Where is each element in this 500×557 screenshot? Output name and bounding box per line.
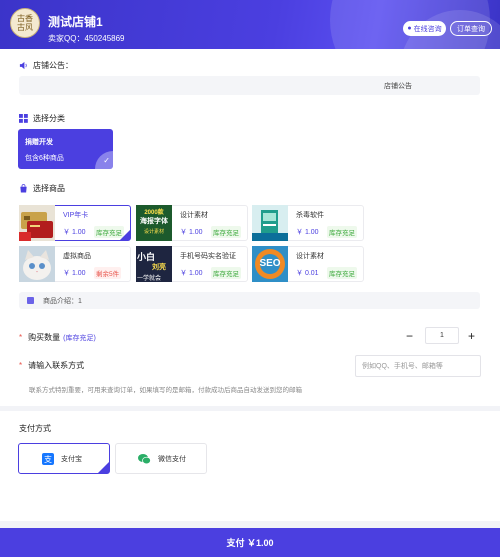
- chat-icon: ●: [407, 25, 412, 32]
- thumb-text: 2000款: [144, 210, 164, 216]
- goods-card-vip[interactable]: VIP年卡 ￥ 1.00 库存充足: [19, 205, 131, 241]
- goods-name: 设计素材: [296, 253, 324, 260]
- notice-box: 店铺公告: [19, 76, 480, 95]
- required-mark: *: [19, 333, 23, 342]
- stock-badge: 库存充足: [327, 267, 357, 279]
- thumb-text: SEO: [259, 258, 281, 269]
- wechat-icon: [138, 452, 151, 465]
- thumb-text: 一学就会: [137, 276, 162, 282]
- consult-button[interactable]: ● 在线咨询: [403, 21, 446, 36]
- goods-intro: 商品介绍：1: [19, 292, 480, 309]
- stock-badge: 库存充足: [211, 267, 241, 279]
- goods-price: ￥ 1.00: [180, 270, 203, 277]
- goods-card-seo[interactable]: SEO 设计素材 ￥ 0.01 库存充足: [252, 246, 364, 282]
- category-count: 包含6种商品: [25, 155, 64, 162]
- category-title-label: 选择分类: [33, 114, 65, 123]
- seller-qq: 卖家QQ：450245869: [48, 34, 125, 43]
- doc-icon: [27, 297, 34, 304]
- goods-name: 设计素材: [180, 212, 208, 219]
- consult-label: 在线咨询: [413, 25, 442, 33]
- goods-card-design[interactable]: 2000款 海报字体 设计素材 设计素材 ￥ 1.00 库存充足: [136, 205, 248, 241]
- payment-label: 微信支付: [158, 455, 186, 463]
- goods-card-virtual[interactable]: 虚拟商品 ￥ 1.00 剩余5件: [19, 246, 131, 282]
- goods-price: ￥ 1.00: [63, 270, 86, 277]
- goods-name: 手机号码实名验证: [180, 253, 236, 260]
- notice-content: 店铺公告: [384, 82, 412, 90]
- speaker-icon: [19, 61, 27, 70]
- payment-option-alipay[interactable]: 支 支付宝: [18, 443, 110, 474]
- check-icon: ✓: [103, 156, 110, 165]
- bag-icon: [20, 184, 27, 193]
- contact-input[interactable]: 例如QQ、手机号、邮箱等: [355, 355, 481, 377]
- goods-title-label: 选择商品: [33, 184, 65, 193]
- goods-price: ￥ 1.00: [63, 229, 86, 236]
- shop-logo: 古香 古风: [10, 8, 40, 38]
- contact-label: * 请输入联系方式: [19, 360, 84, 371]
- contact-label-text: 请输入联系方式: [28, 361, 85, 370]
- logo-text: 古香 古风: [17, 14, 33, 32]
- goods-thumbnail: 2000款 海报字体 设计素材: [136, 205, 172, 241]
- shop-header: 古香 古风 测试店铺1 卖家QQ：450245869 ● 在线咨询 订单查询: [0, 0, 500, 49]
- selected-corner: [120, 230, 130, 240]
- goods-intro-text: 商品介绍：1: [43, 297, 82, 305]
- quantity-decrease-button[interactable]: −: [406, 329, 413, 343]
- quantity-increase-button[interactable]: +: [468, 329, 475, 343]
- quantity-label: * 购买数量 (库存充足): [19, 332, 96, 343]
- stock-badge: 剩余5件: [94, 267, 122, 279]
- goods-price: ￥ 1.00: [180, 229, 203, 236]
- goods-name: 虚拟商品: [63, 253, 91, 260]
- category-title: 选择分类: [19, 113, 65, 124]
- pay-button[interactable]: 支付 ￥1.00: [0, 528, 500, 557]
- goods-price: ￥ 1.00: [296, 229, 319, 236]
- notice-title: 店铺公告：: [19, 60, 73, 71]
- stock-badge: 库存充足: [327, 226, 357, 238]
- goods-title: 选择商品: [19, 183, 65, 194]
- notice-title-label: 店铺公告：: [33, 61, 73, 70]
- required-mark: *: [19, 361, 23, 370]
- goods-thumbnail: 小白 刘亮 一学就会: [136, 246, 172, 282]
- goods-name: VIP年卡: [63, 212, 89, 219]
- order-query-button[interactable]: 订单查询: [450, 21, 492, 36]
- goods-card-antivirus[interactable]: 杀毒软件 ￥ 1.00 库存充足: [252, 205, 364, 241]
- thumb-text: 刘亮: [152, 264, 166, 271]
- goods-thumbnail: [19, 205, 55, 241]
- goods-thumbnail: [252, 205, 288, 241]
- stock-badge: 库存充足: [211, 226, 241, 238]
- alipay-icon: 支: [41, 452, 54, 465]
- thumb-text: 海报字体: [140, 218, 168, 225]
- contact-tip: 联系方式特别重要，可用来查询订单，如果填写的是邮箱，付款成功后商品自动发送到您的…: [29, 387, 302, 394]
- goods-name: 杀毒软件: [296, 212, 324, 219]
- category-name: 捐赠开发: [25, 139, 53, 146]
- payment-title: 支付方式: [19, 424, 51, 433]
- grid-icon: [19, 114, 28, 123]
- goods-card-phone[interactable]: 小白 刘亮 一学就会 手机号码实名验证 ￥ 1.00 库存充足: [136, 246, 248, 282]
- quantity-input[interactable]: 1: [425, 327, 459, 344]
- quantity-hint: (库存充足): [63, 335, 96, 342]
- selected-corner: [98, 462, 109, 473]
- goods-price: ￥ 0.01: [296, 270, 319, 277]
- goods-thumbnail: [19, 246, 55, 282]
- payment-label: 支付宝: [61, 455, 82, 463]
- svg-text:支: 支: [44, 454, 52, 464]
- shop-name: 测试店铺1: [48, 15, 103, 29]
- quantity-label-text: 购买数量: [28, 333, 61, 342]
- payment-option-wechat[interactable]: 微信支付: [115, 443, 207, 474]
- goods-thumbnail: SEO: [252, 246, 288, 282]
- thumb-text: 设计素材: [143, 229, 164, 235]
- category-card[interactable]: 捐赠开发 包含6种商品 ✓: [18, 129, 113, 169]
